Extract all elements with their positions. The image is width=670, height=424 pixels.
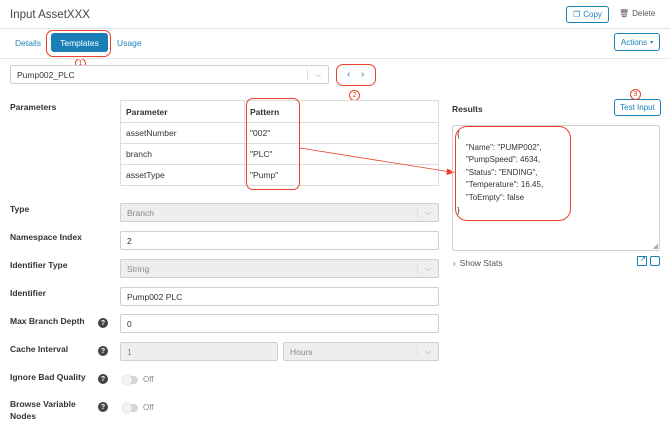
annotation-box-results <box>455 126 571 221</box>
delete-label: Delete <box>632 9 656 18</box>
browse-variable-nodes-label-line2: Nodes <box>10 411 36 421</box>
tabs-divider <box>0 58 670 59</box>
parameters-label: Parameters <box>10 102 57 112</box>
annotation-box-pattern-column <box>246 98 300 190</box>
cache-interval-label: Cache Interval <box>10 344 69 354</box>
annotation-marker-3: 3 <box>630 89 641 100</box>
show-stats-label: Show Stats <box>459 258 503 268</box>
namespace-index-label: Namespace Index <box>10 232 82 242</box>
toggle-switch[interactable] <box>122 374 138 385</box>
parameter-cell: branch <box>120 143 245 165</box>
copy-button[interactable]: ❐ Copy <box>566 6 609 23</box>
identifier-type-select[interactable]: String ⌵ <box>120 259 439 278</box>
resize-handle-icon[interactable]: ◢ <box>653 242 658 250</box>
chevron-down-icon: ⌵ <box>424 207 432 217</box>
parameter-cell: assetNumber <box>120 122 245 144</box>
ignore-bad-quality-label: Ignore Bad Quality <box>10 372 86 382</box>
copy-results-icon[interactable] <box>650 256 660 266</box>
max-branch-depth-field[interactable]: 0 <box>120 314 439 333</box>
help-icon[interactable]: ? <box>98 374 108 384</box>
toggle-state: Off <box>143 375 154 384</box>
tab-details[interactable]: Details <box>15 38 41 48</box>
identifier-type-label: Identifier Type <box>10 260 68 270</box>
help-icon[interactable]: ? <box>98 346 108 356</box>
actions-dropdown-button[interactable]: Actions ▾ <box>614 33 660 51</box>
caret-down-icon: ▾ <box>650 39 654 46</box>
page-title: Input AssetXXX <box>10 9 90 21</box>
next-arrow-icon[interactable]: › <box>361 69 364 80</box>
chevron-down-icon: ⌵ <box>314 69 322 79</box>
column-header-parameter: Parameter <box>120 100 245 123</box>
trash-icon: 🗑 <box>619 9 630 18</box>
parameter-cell: assetType <box>120 164 245 186</box>
copy-label: Copy <box>583 10 602 19</box>
delete-button[interactable]: 🗑 Delete <box>619 9 655 18</box>
pager-buttons: ‹ › <box>336 64 376 86</box>
toggle-state: Off <box>143 403 154 412</box>
chevron-right-icon: › <box>453 258 456 268</box>
cache-interval-unit-value: Hours <box>290 346 313 357</box>
type-select[interactable]: Branch ⌵ <box>120 203 439 222</box>
browse-variable-nodes-label-line1: Browse Variable <box>10 399 76 409</box>
cache-interval-field[interactable]: 1 <box>120 342 278 361</box>
prev-arrow-icon[interactable]: ‹ <box>347 69 350 80</box>
namespace-index-field[interactable]: 2 <box>120 231 439 250</box>
identifier-field[interactable]: Pump002 PLC <box>120 287 439 306</box>
template-select[interactable]: Pump002_PLC ⌵ <box>10 65 329 84</box>
type-label: Type <box>10 204 30 214</box>
max-branch-depth-label: Max Branch Depth <box>10 316 85 326</box>
help-icon[interactable]: ? <box>98 318 108 328</box>
test-input-button[interactable]: Test Input <box>614 99 661 116</box>
copy-icon: ❐ <box>573 10 581 19</box>
tab-usage[interactable]: Usage <box>117 38 142 48</box>
cache-interval-unit-select[interactable]: Hours ⌵ <box>283 342 439 361</box>
open-external-icon[interactable]: ↗ <box>637 256 647 266</box>
template-select-value: Pump002_PLC <box>17 69 75 80</box>
chevron-down-icon: ⌵ <box>424 263 432 273</box>
browse-variable-nodes-label: Browse Variable Nodes <box>10 398 76 422</box>
help-icon[interactable]: ? <box>98 402 108 412</box>
identifier-label: Identifier <box>10 288 46 298</box>
tab-templates[interactable]: Templates <box>51 33 108 52</box>
browse-variable-nodes-toggle[interactable]: Off <box>122 402 154 413</box>
type-select-value: Branch <box>127 207 154 218</box>
chevron-down-icon: ⌵ <box>424 346 432 356</box>
ignore-bad-quality-toggle[interactable]: Off <box>122 374 154 385</box>
show-stats-toggle[interactable]: › Show Stats <box>453 258 503 268</box>
results-label: Results <box>452 104 483 114</box>
actions-label: Actions <box>620 37 648 47</box>
header-divider <box>0 28 670 29</box>
toggle-switch[interactable] <box>122 402 138 413</box>
identifier-type-value: String <box>127 263 150 274</box>
